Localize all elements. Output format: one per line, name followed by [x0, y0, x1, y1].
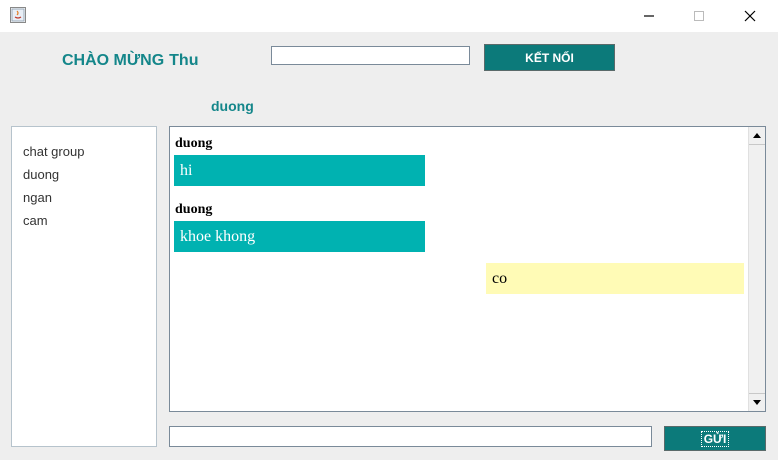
connect-input[interactable] — [271, 46, 470, 65]
contact-item[interactable]: chat group — [12, 143, 156, 166]
arrow-down-icon — [753, 400, 761, 405]
maximize-icon — [694, 11, 704, 21]
send-button[interactable]: GỬI — [664, 426, 766, 451]
close-icon — [744, 10, 756, 22]
message-bubble: hi — [174, 155, 425, 186]
minimize-icon — [644, 15, 654, 17]
message-sender: duong — [175, 136, 213, 151]
contact-item[interactable]: ngan — [12, 189, 156, 212]
connect-button-label: KẾT NỐI — [525, 50, 574, 65]
minimize-button[interactable] — [626, 0, 672, 32]
scroll-up-button[interactable] — [749, 127, 765, 145]
window-titlebar — [0, 0, 778, 32]
message-input[interactable] — [169, 426, 652, 447]
welcome-text: CHÀO MỪNG — [62, 52, 165, 69]
scroll-down-button[interactable] — [749, 393, 765, 411]
maximize-button[interactable] — [676, 0, 722, 32]
contact-item[interactable]: cam — [12, 212, 156, 235]
message-list: duong hi duong khoe khong co — [170, 127, 748, 411]
message-panel: duong hi duong khoe khong co — [169, 126, 766, 412]
chat-target-name: duong — [211, 98, 254, 114]
contact-list: chat group duong ngan cam — [11, 126, 157, 447]
contact-item[interactable]: duong — [12, 166, 156, 189]
message-scrollbar[interactable] — [748, 127, 765, 411]
connect-button[interactable]: KẾT NỐI — [484, 44, 615, 71]
username-label: Thu — [169, 52, 199, 69]
message-bubble: khoe khong — [174, 221, 425, 252]
welcome-label: CHÀO MỪNG Thu — [62, 52, 198, 70]
close-button[interactable] — [727, 0, 773, 32]
java-app-icon — [10, 7, 26, 23]
message-bubble-self: co — [486, 263, 744, 294]
send-button-label: GỬI — [700, 430, 730, 447]
message-sender: duong — [175, 202, 213, 217]
arrow-up-icon — [753, 133, 761, 138]
